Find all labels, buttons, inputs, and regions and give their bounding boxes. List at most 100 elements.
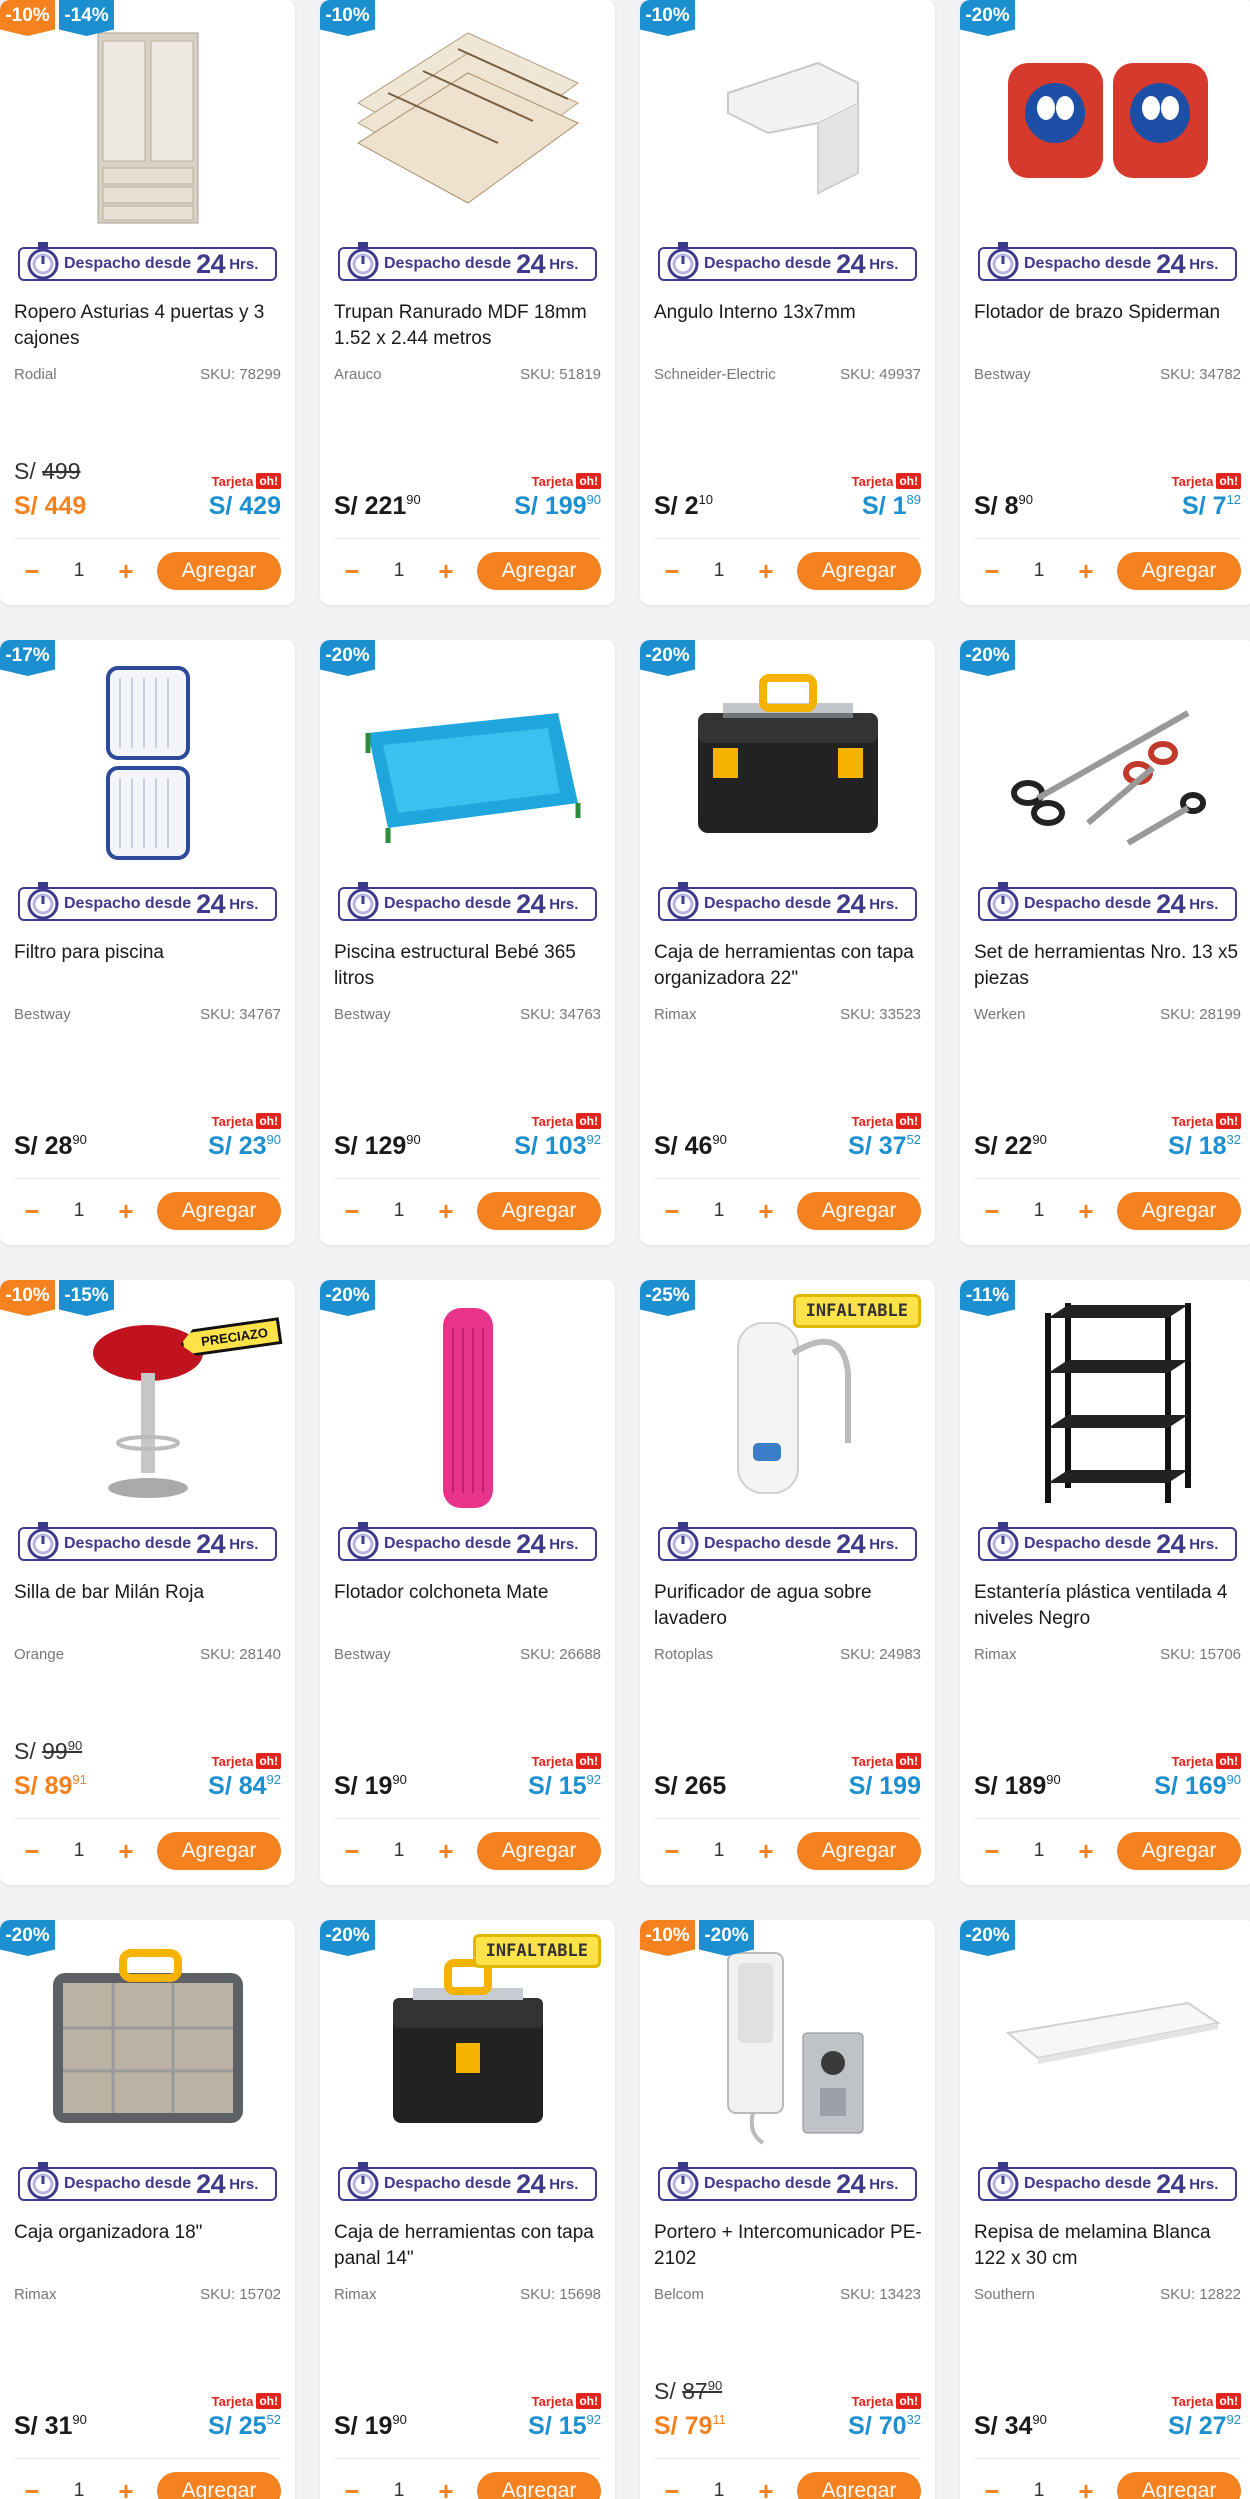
product-image[interactable] <box>640 640 935 885</box>
product-image[interactable] <box>640 0 935 245</box>
decrease-quantity-button[interactable]: − <box>334 552 370 590</box>
quantity-value[interactable]: 1 <box>370 1200 428 1222</box>
decrease-quantity-button[interactable]: − <box>974 552 1010 590</box>
divider <box>14 1818 281 1819</box>
quantity-value[interactable]: 1 <box>690 1840 748 1862</box>
decrease-quantity-button[interactable]: − <box>14 552 50 590</box>
add-to-cart-button[interactable]: Agregar <box>477 2472 601 2499</box>
add-to-cart-button[interactable]: Agregar <box>797 2472 921 2499</box>
quantity-value[interactable]: 1 <box>50 1840 108 1862</box>
add-to-cart-button[interactable]: Agregar <box>157 552 281 590</box>
decrease-quantity-button[interactable]: − <box>14 2472 50 2499</box>
quantity-value[interactable]: 1 <box>690 560 748 582</box>
increase-quantity-button[interactable]: + <box>108 2472 144 2499</box>
product-image[interactable] <box>0 640 295 885</box>
product-title[interactable]: Piscina estructural Bebé 365 litros <box>334 940 603 992</box>
quantity-value[interactable]: 1 <box>50 560 108 582</box>
product-image[interactable] <box>960 640 1250 885</box>
product-title[interactable]: Estantería plástica ventilada 4 niveles … <box>974 1580 1243 1632</box>
add-to-cart-button[interactable]: Agregar <box>1117 2472 1241 2499</box>
quantity-value[interactable]: 1 <box>1010 1200 1068 1222</box>
quantity-value[interactable]: 1 <box>50 2480 108 2499</box>
decrease-quantity-button[interactable]: − <box>654 1192 690 1230</box>
quantity-value[interactable]: 1 <box>690 2480 748 2499</box>
increase-quantity-button[interactable]: + <box>428 1192 464 1230</box>
despacho-hours: 24 <box>516 2168 546 2199</box>
product-title[interactable]: Set de herramientas Nro. 13 x5 piezas <box>974 940 1243 992</box>
add-to-cart-button[interactable]: Agregar <box>1117 1192 1241 1230</box>
add-to-cart-button[interactable]: Agregar <box>1117 552 1241 590</box>
product-title[interactable]: Caja organizadora 18" <box>14 2220 283 2246</box>
add-to-cart-button[interactable]: Agregar <box>797 1192 921 1230</box>
decrease-quantity-button[interactable]: − <box>334 2472 370 2499</box>
quantity-value[interactable]: 1 <box>1010 560 1068 582</box>
increase-quantity-button[interactable]: + <box>1068 1192 1104 1230</box>
increase-quantity-button[interactable]: + <box>748 1192 784 1230</box>
quantity-value[interactable]: 1 <box>1010 2480 1068 2499</box>
decrease-quantity-button[interactable]: − <box>334 1192 370 1230</box>
add-to-cart-button[interactable]: Agregar <box>477 1192 601 1230</box>
decrease-quantity-button[interactable]: − <box>974 1192 1010 1230</box>
product-title[interactable]: Purificador de agua sobre lavadero <box>654 1580 923 1632</box>
add-to-cart-button[interactable]: Agregar <box>1117 1832 1241 1870</box>
add-to-cart-button[interactable]: Agregar <box>157 1832 281 1870</box>
increase-quantity-button[interactable]: + <box>748 1832 784 1870</box>
decrease-quantity-button[interactable]: − <box>974 2472 1010 2499</box>
product-image[interactable] <box>0 1280 295 1525</box>
quantity-value[interactable]: 1 <box>50 1200 108 1222</box>
quantity-value[interactable]: 1 <box>370 1840 428 1862</box>
product-image[interactable] <box>640 1920 935 2165</box>
product-title[interactable]: Caja de herramientas con tapa organizado… <box>654 940 923 992</box>
currency: S/ <box>208 492 233 520</box>
decrease-quantity-button[interactable]: − <box>334 1832 370 1870</box>
increase-quantity-button[interactable]: + <box>108 1832 144 1870</box>
add-to-cart-button[interactable]: Agregar <box>477 1832 601 1870</box>
increase-quantity-button[interactable]: + <box>1068 1832 1104 1870</box>
decrease-quantity-button[interactable]: − <box>654 1832 690 1870</box>
product-title[interactable]: Trupan Ranurado MDF 18mm 1.52 x 2.44 met… <box>334 300 603 352</box>
increase-quantity-button[interactable]: + <box>108 1192 144 1230</box>
increase-quantity-button[interactable]: + <box>1068 552 1104 590</box>
product-image[interactable] <box>320 640 615 885</box>
add-to-cart-button[interactable]: Agregar <box>797 552 921 590</box>
add-to-cart-button[interactable]: Agregar <box>477 552 601 590</box>
despacho-unit: Hrs. <box>869 2175 899 2193</box>
increase-quantity-button[interactable]: + <box>428 552 464 590</box>
increase-quantity-button[interactable]: + <box>748 2472 784 2499</box>
product-image[interactable] <box>320 0 615 245</box>
decrease-quantity-button[interactable]: − <box>654 2472 690 2499</box>
decrease-quantity-button[interactable]: − <box>974 1832 1010 1870</box>
product-image[interactable] <box>320 1280 615 1525</box>
product-image[interactable] <box>960 1280 1250 1525</box>
add-to-cart-button[interactable]: Agregar <box>157 2472 281 2499</box>
product-image[interactable] <box>960 0 1250 245</box>
product-image[interactable] <box>960 1920 1250 2165</box>
increase-quantity-button[interactable]: + <box>428 2472 464 2499</box>
quantity-value[interactable]: 1 <box>1010 1840 1068 1862</box>
product-title[interactable]: Ropero Asturias 4 puertas y 3 cajones <box>14 300 283 352</box>
product-title[interactable]: Filtro para piscina <box>14 940 283 966</box>
quantity-stepper: −1 + <box>334 2472 464 2499</box>
decrease-quantity-button[interactable]: − <box>14 1832 50 1870</box>
quantity-value[interactable]: 1 <box>370 2480 428 2499</box>
increase-quantity-button[interactable]: + <box>748 552 784 590</box>
decrease-quantity-button[interactable]: − <box>14 1192 50 1230</box>
currency: S/ <box>974 1772 998 1800</box>
increase-quantity-button[interactable]: + <box>108 552 144 590</box>
product-title[interactable]: Silla de bar Milán Roja <box>14 1580 283 1606</box>
add-to-cart-button[interactable]: Agregar <box>797 1832 921 1870</box>
product-title[interactable]: Flotador de brazo Spiderman <box>974 300 1243 326</box>
product-title[interactable]: Caja de herramientas con tapa panal 14" <box>334 2220 603 2272</box>
add-to-cart-button[interactable]: Agregar <box>157 1192 281 1230</box>
quantity-value[interactable]: 1 <box>690 1200 748 1222</box>
product-title[interactable]: Flotador colchoneta Mate <box>334 1580 603 1606</box>
product-title[interactable]: Angulo Interno 13x7mm <box>654 300 923 326</box>
increase-quantity-button[interactable]: + <box>428 1832 464 1870</box>
product-title[interactable]: Portero + Intercomunicador PE-2102 <box>654 2220 923 2272</box>
quantity-value[interactable]: 1 <box>370 560 428 582</box>
increase-quantity-button[interactable]: + <box>1068 2472 1104 2499</box>
decrease-quantity-button[interactable]: − <box>654 552 690 590</box>
product-title[interactable]: Repisa de melamina Blanca 122 x 30 cm <box>974 2220 1243 2272</box>
product-image[interactable] <box>0 0 295 245</box>
product-image[interactable] <box>0 1920 295 2165</box>
